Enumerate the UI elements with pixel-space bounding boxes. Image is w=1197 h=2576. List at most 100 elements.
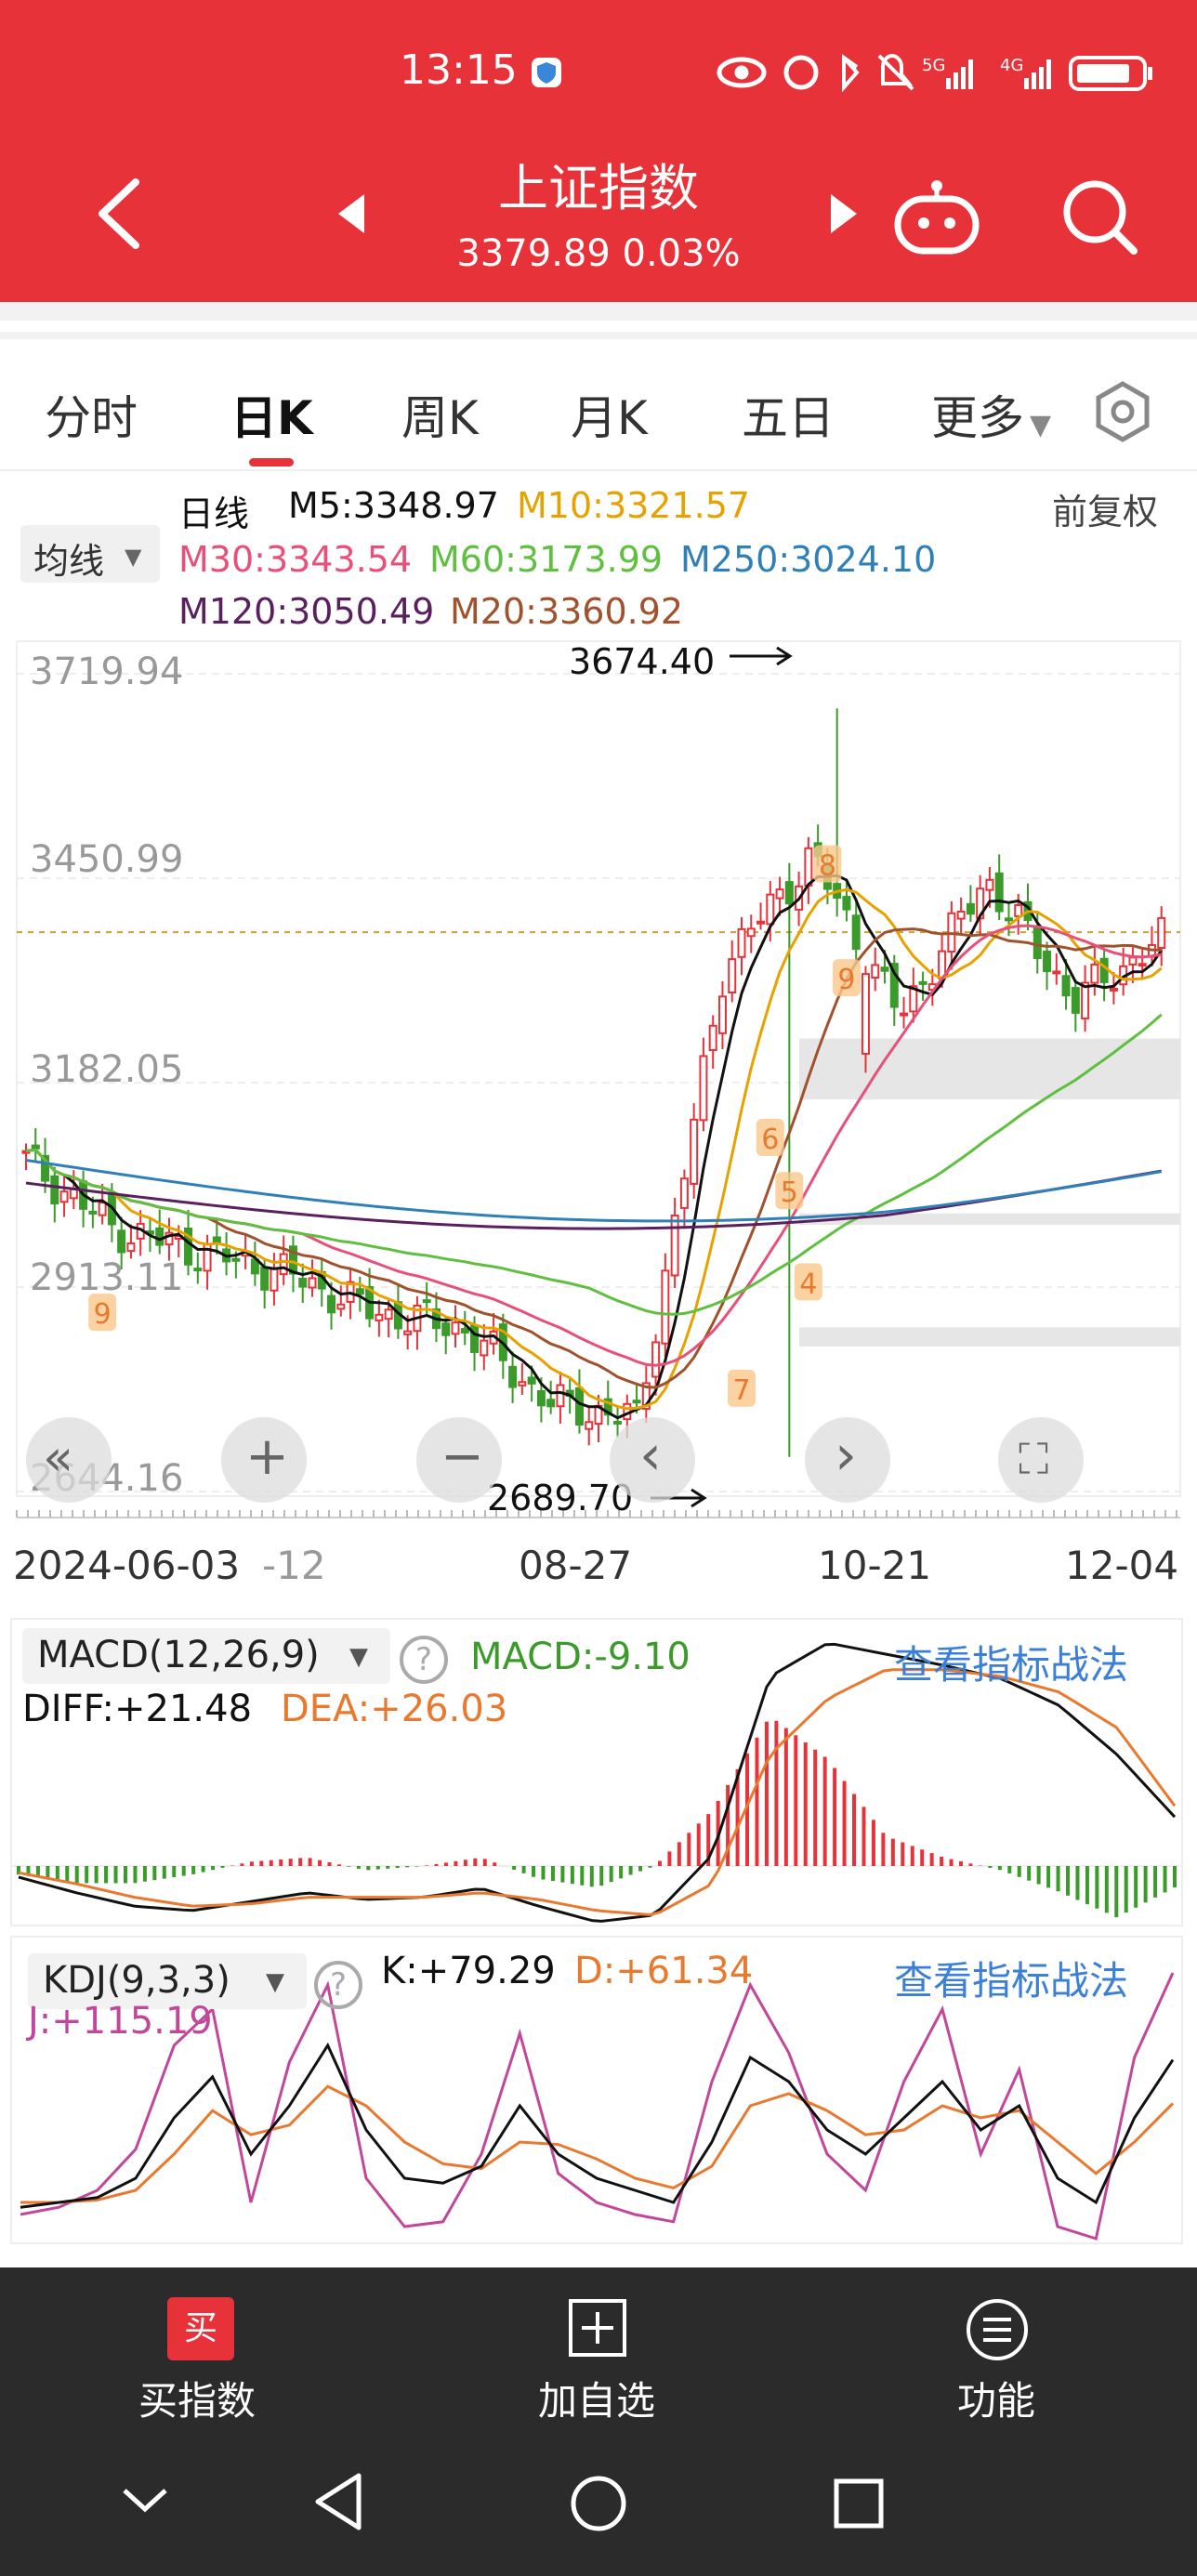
tab-more[interactable]: 更多 ▼ — [931, 381, 1051, 448]
candle — [1157, 916, 1166, 949]
candle — [546, 1399, 556, 1408]
menu-icon[interactable] — [965, 2297, 1030, 2362]
candle — [918, 980, 927, 985]
candle — [88, 1210, 98, 1215]
period-tabs: 分时 日K 周K 月K 五日 更多 ▼ — [0, 339, 1197, 471]
dea-value: DEA:+26.03 — [281, 1688, 508, 1730]
ma-toggle-button[interactable]: 均线 ▼ — [20, 525, 160, 583]
sequence-mark: 4 — [799, 1268, 817, 1300]
candle — [661, 1269, 670, 1345]
help-icon[interactable]: ? — [314, 1961, 362, 2009]
candle — [422, 1299, 431, 1304]
candle — [508, 1365, 518, 1388]
indicator-strategy-link[interactable]: 查看指标战法 — [894, 1950, 1128, 2006]
page-title: 上证指数 — [498, 159, 699, 217]
pressure-band — [799, 1038, 1180, 1100]
tab-monthly-k[interactable]: 月K — [571, 381, 648, 448]
candle — [574, 1387, 584, 1426]
candle — [766, 893, 775, 926]
chevron-left-icon: ‹ — [639, 1423, 662, 1488]
functions-button[interactable]: 功能 — [875, 2370, 1117, 2426]
add-watchlist-icon[interactable] — [567, 2297, 628, 2359]
buy-icon[interactable]: 买 — [167, 2297, 234, 2360]
period-label: 日线 — [178, 493, 250, 534]
indicator-strategy-link[interactable]: 查看指标战法 — [894, 1634, 1128, 1690]
search-icon[interactable] — [1059, 177, 1139, 256]
x-tick-label: 2024-06-03 — [13, 1543, 241, 1588]
macd-value: MACD:-9.10 — [470, 1636, 691, 1678]
add-watchlist-button[interactable]: 加自选 — [476, 2370, 717, 2426]
ma-legend-m5: M5:3348.97 — [288, 485, 499, 526]
candle — [480, 1339, 489, 1357]
sequence-mark: 5 — [781, 1176, 798, 1209]
candle — [1043, 950, 1052, 973]
divider — [0, 321, 1197, 332]
low-annotation: 2689.70 — [487, 1478, 634, 1518]
ma-legend-m30: M30:3343.54 — [178, 539, 413, 580]
candle — [98, 1202, 107, 1216]
fullscreen-button[interactable]: ⛶ — [998, 1417, 1084, 1503]
candle — [699, 1055, 708, 1122]
candle — [527, 1376, 536, 1385]
candle — [1033, 926, 1042, 960]
zoom-in-button[interactable]: + — [221, 1417, 307, 1503]
candle — [536, 1389, 546, 1407]
candle — [728, 958, 737, 994]
tab-daily-k[interactable]: 日K — [230, 381, 313, 448]
candle — [900, 1012, 909, 1017]
ma-toggle-label: 均线 — [33, 541, 105, 582]
x-tick-label: 10-21 — [818, 1543, 932, 1588]
status-icons: 5G 4G — [717, 53, 1152, 93]
robot-assistant-icon[interactable] — [892, 177, 981, 256]
candle — [585, 1421, 594, 1430]
settings-icon[interactable] — [1092, 381, 1153, 442]
tab-weekly-k[interactable]: 周K — [401, 381, 479, 448]
candle — [50, 1175, 59, 1205]
candle — [212, 1236, 221, 1243]
sequence-mark: 7 — [732, 1374, 750, 1407]
next-index-icon[interactable] — [827, 191, 861, 237]
sequence-mark: 9 — [94, 1298, 112, 1331]
tab-five-day[interactable]: 五日 — [742, 381, 835, 448]
scroll-left-button[interactable]: ‹ — [610, 1417, 695, 1503]
zoom-out-full-button[interactable]: « — [26, 1417, 112, 1503]
candle — [470, 1324, 480, 1353]
double-chevron-left-icon: « — [43, 1428, 74, 1487]
buy-index-button[interactable]: 买指数 — [76, 2370, 318, 2426]
collapse-nav-icon[interactable] — [119, 2481, 171, 2518]
scroll-right-button[interactable]: › — [805, 1417, 890, 1503]
candle — [155, 1227, 164, 1246]
candle — [518, 1381, 527, 1387]
candle — [804, 847, 813, 887]
chevron-down-icon: ▼ — [1030, 409, 1052, 441]
candle — [851, 914, 861, 950]
d-value: D:+61.34 — [574, 1950, 754, 1992]
y-tick-label: 2913.11 — [30, 1256, 184, 1299]
ma30-line — [25, 924, 1162, 1367]
candle — [451, 1321, 460, 1335]
zoom-out-button[interactable]: − — [416, 1417, 502, 1503]
system-recents-icon[interactable] — [833, 2477, 885, 2530]
system-back-icon[interactable] — [310, 2470, 368, 2533]
candle — [403, 1330, 413, 1335]
help-icon[interactable]: ? — [400, 1636, 448, 1684]
candle — [1138, 963, 1147, 967]
kdj-header: KDJ(9,3,3) — [43, 1959, 230, 2002]
tab-intraday[interactable]: 分时 — [45, 381, 138, 448]
macd-indicator-selector[interactable]: MACD(12,26,9) ▼ — [22, 1628, 390, 1684]
sequence-mark: 9 — [837, 964, 855, 996]
candle — [613, 1420, 623, 1425]
active-tab-indicator — [249, 458, 294, 467]
system-home-icon[interactable] — [569, 2474, 628, 2533]
tab-more-label: 更多 — [931, 391, 1024, 445]
macd-header: MACD(12,26,9) — [37, 1634, 320, 1676]
candle — [871, 964, 880, 979]
k-line — [20, 2042, 1175, 2209]
candle — [260, 1266, 270, 1291]
y-tick-label: 3719.94 — [30, 651, 184, 693]
candle — [746, 927, 756, 938]
index-quote: 3379.89 0.03% — [456, 232, 741, 275]
adjust-mode[interactable]: 前复权 — [1052, 483, 1158, 534]
chevron-right-icon: › — [835, 1423, 857, 1488]
candle — [460, 1328, 469, 1334]
